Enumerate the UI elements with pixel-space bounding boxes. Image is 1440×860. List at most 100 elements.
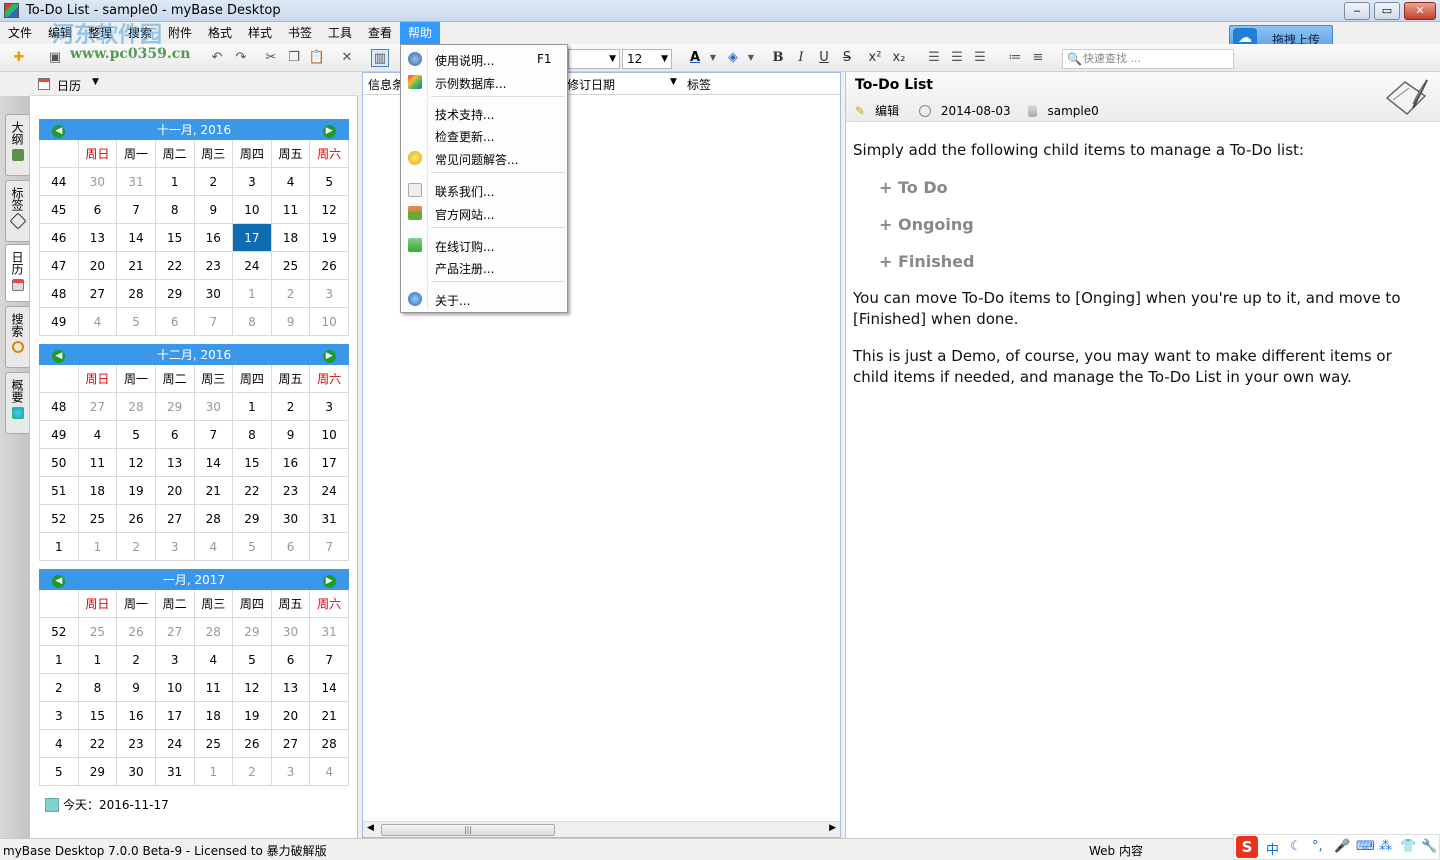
tab-outline[interactable]: 大纲 bbox=[5, 114, 29, 176]
day-cell[interactable]: 3 bbox=[154, 645, 195, 674]
shirt-icon[interactable]: 👕 bbox=[1400, 839, 1416, 854]
copy-icon[interactable]: ❐ bbox=[285, 49, 303, 67]
redo-icon[interactable]: ↷ bbox=[232, 49, 250, 67]
day-cell[interactable]: 22 bbox=[232, 476, 272, 505]
day-cell[interactable]: 28 bbox=[116, 392, 156, 421]
menu-item-contact[interactable]: 联系我们... bbox=[403, 179, 565, 201]
day-cell[interactable]: 28 bbox=[193, 617, 234, 646]
day-cell[interactable]: 5 bbox=[232, 645, 272, 674]
day-cell[interactable]: 25 bbox=[77, 504, 118, 533]
paste-icon[interactable]: 📋 bbox=[308, 49, 326, 67]
font-family-select[interactable]: ▼ bbox=[568, 49, 620, 69]
month-title[interactable]: 十二月, 2016 bbox=[77, 344, 311, 365]
day-cell[interactable]: 3 bbox=[309, 392, 349, 421]
day-cell[interactable]: 4 bbox=[193, 645, 234, 674]
day-cell[interactable]: 30 bbox=[193, 279, 234, 308]
day-cell[interactable]: 6 bbox=[77, 195, 118, 224]
calendar-pane-header[interactable]: 日历 ▼ bbox=[30, 72, 358, 96]
day-cell[interactable]: 3 bbox=[154, 532, 195, 561]
microphone-icon[interactable]: 🎤 bbox=[1334, 839, 1350, 854]
maximize-button[interactable]: ▭ bbox=[1374, 2, 1400, 20]
month-title[interactable]: 十一月, 2016 bbox=[77, 119, 311, 140]
font-color-icon[interactable]: A bbox=[686, 49, 704, 67]
menu-bookmarks[interactable]: 书签 bbox=[280, 22, 320, 44]
today-legend[interactable]: 今天：2016-11-17 bbox=[45, 796, 169, 813]
italic-icon[interactable]: I bbox=[792, 49, 810, 67]
day-cell[interactable]: 27 bbox=[77, 392, 118, 421]
day-cell[interactable]: 26 bbox=[116, 617, 156, 646]
tab-overview[interactable]: 概要 bbox=[5, 372, 29, 434]
day-cell[interactable]: 28 bbox=[309, 729, 349, 758]
day-cell[interactable]: 21 bbox=[193, 476, 234, 505]
day-cell[interactable]: 16 bbox=[116, 701, 156, 730]
day-cell[interactable]: 21 bbox=[309, 701, 349, 730]
day-cell[interactable]: 8 bbox=[154, 195, 195, 224]
day-cell[interactable]: 11 bbox=[77, 448, 118, 477]
day-cell[interactable]: 4 bbox=[77, 420, 118, 449]
day-cell[interactable]: 20 bbox=[154, 476, 195, 505]
today-cell[interactable]: 17 bbox=[232, 223, 272, 252]
day-cell[interactable]: 30 bbox=[270, 617, 311, 646]
day-cell[interactable]: 5 bbox=[116, 420, 156, 449]
day-cell[interactable]: 3 bbox=[270, 757, 311, 786]
wrench-icon[interactable]: 🔧 bbox=[1421, 839, 1437, 854]
save-icon[interactable]: ▣ bbox=[46, 49, 64, 67]
day-cell[interactable]: 2 bbox=[232, 757, 272, 786]
day-cell[interactable]: 10 bbox=[154, 673, 195, 702]
minimize-button[interactable]: ‒ bbox=[1344, 2, 1370, 20]
day-cell[interactable]: 4 bbox=[309, 757, 349, 786]
day-cell[interactable]: 1 bbox=[193, 757, 234, 786]
delete-icon[interactable]: ✕ bbox=[338, 49, 356, 67]
menu-help[interactable]: 帮助 bbox=[400, 22, 441, 44]
day-cell[interactable]: 8 bbox=[77, 673, 118, 702]
note-body[interactable]: Simply add the following child items to … bbox=[853, 140, 1423, 404]
day-cell[interactable]: 15 bbox=[232, 448, 272, 477]
menu-item-check-updates[interactable]: 检查更新... bbox=[403, 124, 565, 146]
day-cell[interactable]: 31 bbox=[154, 757, 195, 786]
day-cell[interactable]: 29 bbox=[77, 757, 118, 786]
day-cell[interactable]: 11 bbox=[270, 195, 311, 224]
day-cell[interactable]: 1 bbox=[77, 532, 118, 561]
apps-icon[interactable]: ⁂ bbox=[1379, 839, 1392, 854]
menu-format[interactable]: 格式 bbox=[200, 22, 240, 44]
day-cell[interactable]: 6 bbox=[270, 532, 311, 561]
day-cell[interactable]: 2 bbox=[116, 645, 156, 674]
menu-attachments[interactable]: 附件 bbox=[160, 22, 200, 44]
superscript-icon[interactable]: x² bbox=[866, 49, 884, 67]
menu-tools[interactable]: 工具 bbox=[320, 22, 360, 44]
align-center-icon[interactable]: ☰ bbox=[948, 49, 966, 67]
day-cell[interactable]: 4 bbox=[77, 307, 118, 336]
undo-icon[interactable]: ↶ bbox=[208, 49, 226, 67]
day-cell[interactable]: 4 bbox=[193, 532, 234, 561]
day-cell[interactable]: 7 bbox=[309, 532, 349, 561]
day-cell[interactable]: 23 bbox=[193, 251, 234, 280]
day-cell[interactable]: 16 bbox=[193, 223, 234, 252]
strikethrough-icon[interactable]: S bbox=[838, 49, 856, 67]
horizontal-scrollbar[interactable]: ◀ ||| ▶ bbox=[363, 821, 840, 837]
day-cell[interactable]: 25 bbox=[77, 617, 118, 646]
day-cell[interactable]: 20 bbox=[270, 701, 311, 730]
ime-language[interactable]: 中 bbox=[1266, 839, 1279, 858]
prev-month-button[interactable]: ◀ bbox=[39, 119, 79, 140]
punctuation-icon[interactable]: °, bbox=[1312, 839, 1323, 854]
day-cell[interactable]: 29 bbox=[154, 392, 195, 421]
tab-calendar[interactable]: 日历 bbox=[5, 244, 29, 302]
day-cell[interactable]: 1 bbox=[77, 645, 118, 674]
day-cell[interactable]: 18 bbox=[193, 701, 234, 730]
day-cell[interactable]: 6 bbox=[154, 420, 195, 449]
day-cell[interactable]: 7 bbox=[116, 195, 156, 224]
day-cell[interactable]: 2 bbox=[116, 532, 156, 561]
chevron-down-icon[interactable]: ▼ bbox=[92, 77, 99, 87]
align-right-icon[interactable]: ☰ bbox=[971, 49, 989, 67]
day-cell[interactable]: 9 bbox=[270, 420, 311, 449]
day-cell[interactable]: 24 bbox=[232, 251, 272, 280]
day-cell[interactable]: 30 bbox=[270, 504, 311, 533]
chevron-down-icon[interactable]: ▼ bbox=[742, 49, 760, 67]
day-cell[interactable]: 18 bbox=[77, 476, 118, 505]
scrollbar-thumb[interactable]: ||| bbox=[381, 824, 555, 836]
day-cell[interactable]: 26 bbox=[116, 504, 156, 533]
day-cell[interactable]: 26 bbox=[232, 729, 272, 758]
day-cell[interactable]: 19 bbox=[232, 701, 272, 730]
day-cell[interactable]: 23 bbox=[270, 476, 311, 505]
day-cell[interactable]: 6 bbox=[270, 645, 311, 674]
